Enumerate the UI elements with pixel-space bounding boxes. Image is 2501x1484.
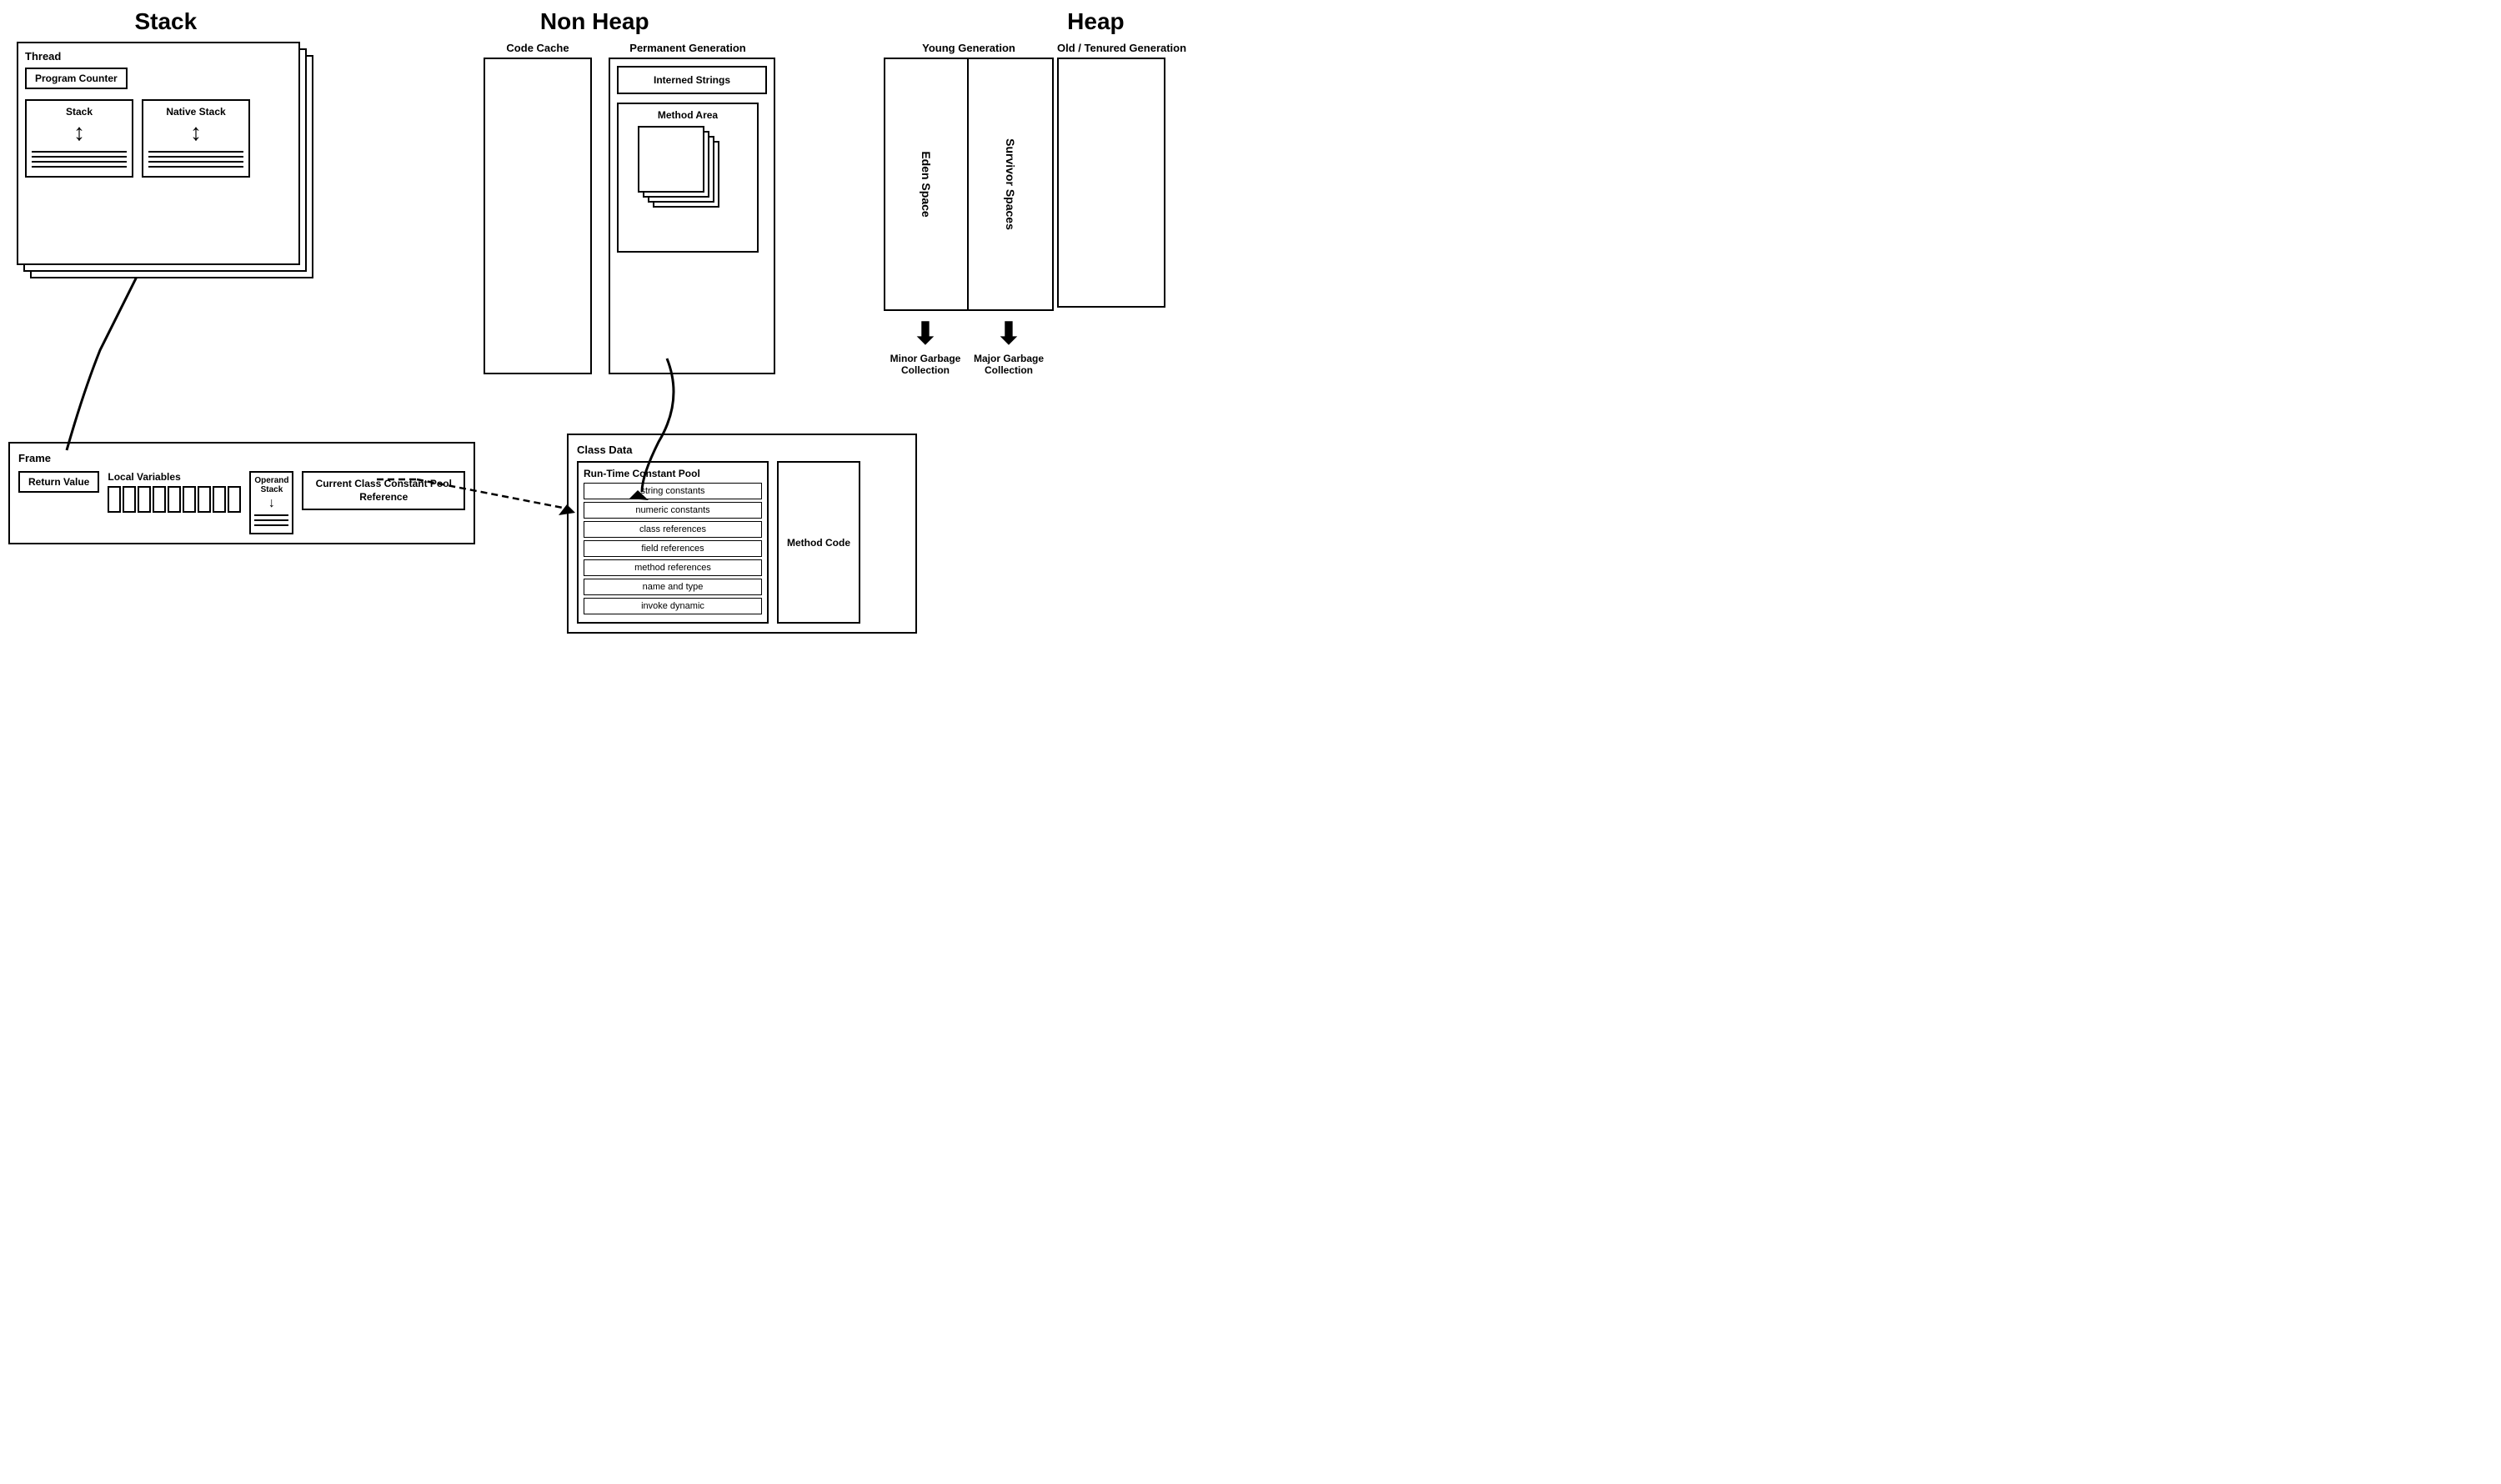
stack-title: Stack	[134, 8, 197, 34]
return-value-box: Return Value	[18, 471, 99, 493]
pool-item-2: class references	[584, 521, 762, 538]
pool-item-5: name and type	[584, 579, 762, 595]
program-counter-box: Program Counter	[25, 68, 128, 89]
operand-label: Operand Stack	[254, 476, 288, 494]
old-gen-box	[1057, 58, 1165, 308]
inner-stack-box: Stack ↕	[25, 99, 133, 178]
stack-inner-label: Stack	[32, 106, 127, 118]
current-class-box: Current Class Constant Pool Reference	[302, 471, 465, 510]
major-gc-label: Major Garbage Collection	[967, 353, 1050, 376]
operand-arrow: ↓	[254, 496, 288, 511]
pool-item-1: numeric constants	[584, 502, 762, 519]
classdata-section: Class Data Run-Time Constant Pool string…	[567, 434, 917, 634]
perm-gen-label: Permanent Generation	[600, 42, 775, 54]
method-paper-1	[638, 126, 704, 193]
method-code-box: Method Code	[777, 461, 860, 624]
method-area-label: Method Area	[624, 109, 752, 121]
inner-native-box: Native Stack ↕	[142, 99, 250, 178]
old-gen-col: Old / Tenured Generation	[1057, 42, 1186, 308]
interned-strings-box: Interned Strings	[617, 66, 767, 94]
frame-section: Frame Return Value Local Variables Opera…	[8, 442, 475, 544]
runtime-pool-label: Run-Time Constant Pool	[584, 468, 762, 479]
major-gc-arrow: ⬇	[967, 316, 1050, 351]
local-var-1	[108, 486, 121, 513]
code-cache-box	[484, 58, 592, 374]
minor-gc-label: Minor Garbage Collection	[884, 353, 967, 376]
thread-label: Thread	[25, 50, 292, 63]
local-var-6	[183, 486, 196, 513]
runtime-pool: Run-Time Constant Pool string constants …	[577, 461, 769, 624]
old-gen-label: Old / Tenured Generation	[1057, 42, 1186, 54]
pool-item-3: field references	[584, 540, 762, 557]
heap-title: Heap	[1067, 8, 1124, 34]
pool-item-6: invoke dynamic	[584, 598, 762, 614]
eden-space-box: Eden Space	[885, 59, 969, 309]
native-arrow: ↕	[148, 121, 243, 144]
pool-item-0: string constants	[584, 483, 762, 499]
local-var-2	[123, 486, 136, 513]
local-vars-grid	[108, 486, 241, 513]
method-area-box: Method Area	[617, 103, 759, 253]
stack-arrow: ↕	[32, 121, 127, 144]
local-var-3	[138, 486, 151, 513]
local-vars-label: Local Variables	[108, 471, 241, 483]
frame-label: Frame	[18, 452, 465, 464]
local-var-7	[198, 486, 211, 513]
operand-stack-box: Operand Stack ↓	[249, 471, 293, 534]
eden-space-label: Eden Space	[920, 151, 933, 217]
classdata-label: Class Data	[577, 444, 907, 456]
nonheap-title: Non Heap	[540, 8, 649, 34]
perm-gen-box: Interned Strings Method Area	[609, 58, 775, 374]
pool-item-4: method references	[584, 559, 762, 576]
native-stack-label: Native Stack	[148, 106, 243, 118]
thread-box: Thread Program Counter Stack ↕	[17, 42, 300, 265]
survivor-spaces-label: Survivor Spaces	[1004, 138, 1017, 230]
gc-arrows-row: ⬇ Minor Garbage Collection ⬇ Major Garba…	[884, 316, 1054, 376]
local-var-5	[168, 486, 181, 513]
local-var-9	[228, 486, 241, 513]
local-var-4	[153, 486, 166, 513]
minor-gc-arrow: ⬇	[884, 316, 967, 351]
heap-section: Young Generation Eden Space Survivor Spa…	[884, 42, 1234, 376]
major-gc-col: ⬇ Major Garbage Collection	[967, 316, 1050, 376]
code-cache-label: Code Cache	[484, 42, 592, 54]
young-gen-label: Young Generation	[884, 42, 1054, 54]
minor-gc-col: ⬇ Minor Garbage Collection	[884, 316, 967, 376]
stack-section: Thread Program Counter Stack ↕	[17, 42, 367, 275]
local-var-8	[213, 486, 226, 513]
nonheap-section: Code Cache Permanent Generation Interned…	[484, 42, 800, 374]
young-gen-col: Young Generation Eden Space Survivor Spa…	[884, 42, 1054, 376]
survivor-box: Survivor Spaces	[969, 59, 1052, 309]
